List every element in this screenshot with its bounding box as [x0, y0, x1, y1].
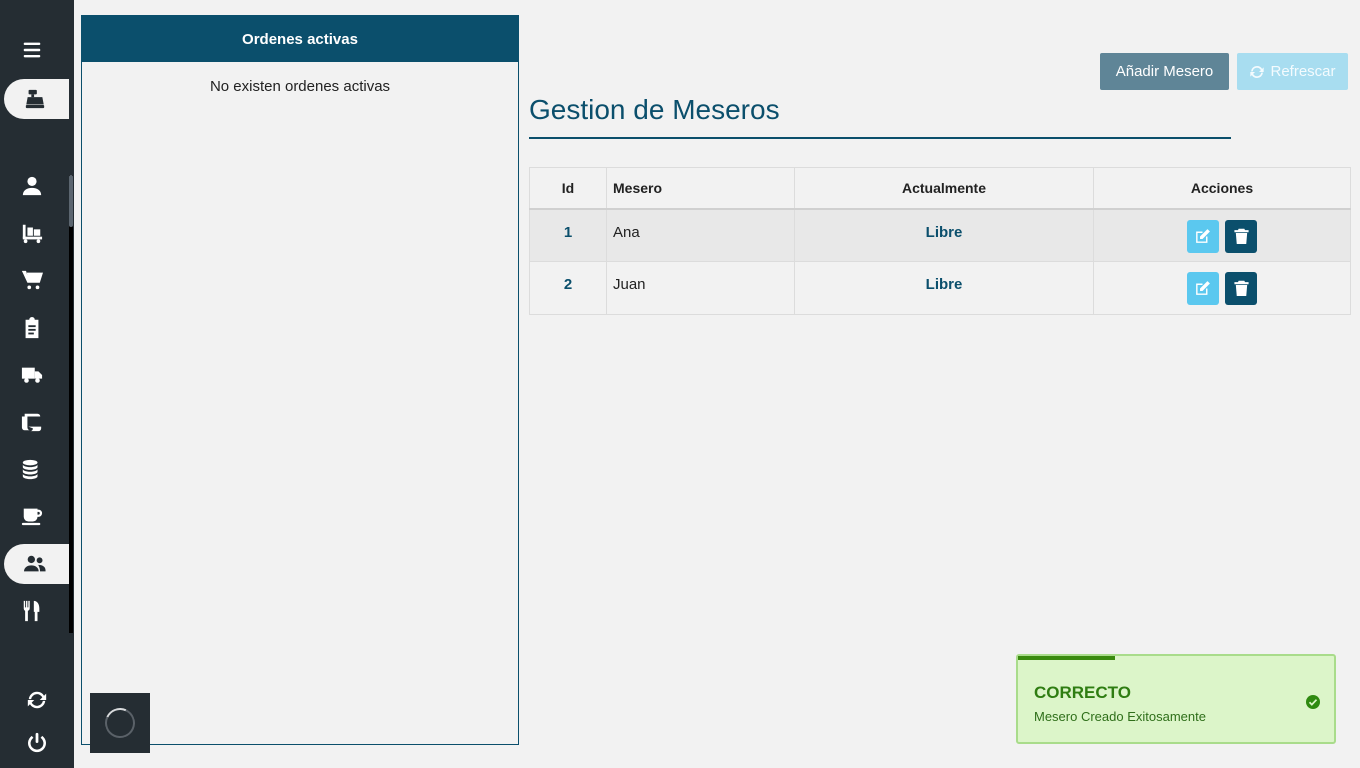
- delete-button[interactable]: [1225, 272, 1258, 305]
- power-button[interactable]: [0, 723, 74, 763]
- column-header-status[interactable]: Actualmente: [794, 167, 1094, 210]
- sidebar-item-sales[interactable]: [0, 260, 69, 300]
- sidebar-item-delivery[interactable]: [0, 355, 69, 395]
- menu-icon: [23, 42, 40, 58]
- sync-icon: [27, 691, 47, 709]
- scrollbar-thumb[interactable]: [69, 175, 73, 227]
- column-header-waiter[interactable]: Mesero: [606, 167, 795, 210]
- edit-icon: [1196, 281, 1211, 295]
- check-circle-icon: [1306, 695, 1320, 709]
- edit-button[interactable]: [1186, 219, 1219, 253]
- sidebar-item-tables[interactable]: [0, 591, 69, 631]
- edit-icon: [1196, 228, 1211, 243]
- edit-button[interactable]: [1186, 272, 1219, 305]
- row-actions: [1093, 208, 1351, 262]
- refresh-button[interactable]: Refrescar: [1237, 53, 1348, 90]
- power-icon: [28, 732, 46, 753]
- trash-icon: [1233, 280, 1249, 296]
- toast-message: Mesero Creado Exitosamente: [1034, 709, 1206, 724]
- waiter-status: Libre: [794, 208, 1094, 262]
- active-orders-header: Ordenes activas: [82, 16, 518, 62]
- sidebar-scrollbar[interactable]: [69, 175, 73, 633]
- row-actions: [1093, 261, 1351, 315]
- waiter-status: Libre: [794, 261, 1094, 315]
- cart-icon: [21, 270, 43, 290]
- loading-indicator: [90, 693, 150, 753]
- table-row: 1 Ana Libre: [529, 208, 1351, 262]
- table-row: 2 Juan Libre: [529, 261, 1351, 315]
- sidebar-item-user[interactable]: [0, 166, 69, 206]
- clipboard-icon: [25, 317, 38, 339]
- sidebar-item-cash-register[interactable]: [4, 79, 69, 119]
- sync-button[interactable]: [0, 680, 74, 720]
- active-orders-panel: Ordenes activas No existen ordenes activ…: [81, 15, 519, 745]
- dolly-icon: [22, 224, 42, 244]
- waiter-id: 2: [529, 261, 607, 315]
- table-header-row: Id Mesero Actualmente Acciones: [529, 167, 1351, 210]
- sidebar-item-reports[interactable]: [0, 402, 69, 442]
- sidebar-item-inventory[interactable]: [0, 213, 69, 253]
- user-icon: [22, 176, 41, 196]
- toast-progress-bar: [1018, 656, 1115, 660]
- waiter-name: Ana: [606, 208, 795, 262]
- refresh-label: Refrescar: [1270, 63, 1336, 80]
- page-title: Gestion de Meseros: [529, 94, 780, 125]
- toast-title: CORRECTO: [1034, 683, 1131, 702]
- delete-button[interactable]: [1225, 219, 1258, 253]
- scroll-icon: [21, 413, 41, 432]
- sidebar-item-finance[interactable]: [0, 449, 69, 489]
- waiter-id: 1: [529, 208, 607, 262]
- users-icon: [23, 555, 46, 572]
- waiters-table: Id Mesero Actualmente Acciones 1 Ana Lib…: [529, 167, 1351, 315]
- utensils-icon: [23, 600, 39, 622]
- add-waiter-button[interactable]: Añadir Mesero: [1100, 53, 1229, 90]
- no-orders-message: No existen ordenes activas: [209, 78, 391, 95]
- column-header-actions: Acciones: [1093, 167, 1351, 210]
- coins-icon: [22, 459, 37, 480]
- sidebar-item-menu[interactable]: [0, 496, 69, 536]
- title-divider: [529, 137, 1231, 139]
- column-header-id[interactable]: Id: [529, 167, 607, 210]
- refresh-icon: [1250, 65, 1265, 78]
- spinner-icon: [100, 703, 140, 743]
- menu-toggle-button[interactable]: [0, 30, 69, 70]
- cash-register-icon: [25, 89, 44, 109]
- truck-icon: [21, 367, 42, 383]
- success-toast[interactable]: CORRECTO Mesero Creado Exitosamente: [1016, 654, 1336, 744]
- waiter-name: Juan: [606, 261, 795, 315]
- sidebar-item-waiters[interactable]: [4, 544, 69, 584]
- coffee-icon: [21, 508, 42, 526]
- sidebar: [0, 0, 74, 768]
- sidebar-item-orders[interactable]: [0, 308, 69, 348]
- trash-icon: [1233, 228, 1249, 244]
